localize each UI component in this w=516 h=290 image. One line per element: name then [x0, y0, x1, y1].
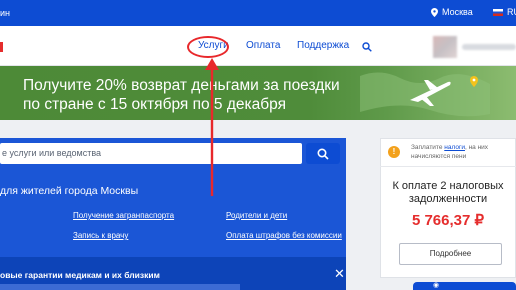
user-name-blurred[interactable]	[462, 44, 516, 50]
promo-banner[interactable]: Получите 20% возврат деньгами за поездки…	[0, 66, 516, 120]
card-divider	[380, 166, 516, 167]
due-amount: 5 766,37 ₽	[411, 212, 485, 229]
service-search-input[interactable]: е услуги или ведомства	[0, 143, 302, 164]
news-title: овые гарантии медикам и их близким	[0, 270, 160, 280]
due-title: К оплате 2 налоговых задолженности	[392, 180, 504, 205]
avatar[interactable]	[433, 36, 457, 58]
taxes-link[interactable]: налоги	[444, 144, 465, 151]
nav-payment[interactable]: Оплата	[246, 40, 280, 51]
language-selector[interactable]: RU	[493, 7, 516, 17]
region-fragment[interactable]: ин	[0, 8, 10, 18]
warning-icon: !	[388, 146, 400, 158]
tax-note-line2: начисляются пени	[411, 153, 467, 160]
location-selector[interactable]: Москва	[431, 7, 473, 17]
tax-note: Заплатите налоги, на них начисляются пен…	[411, 143, 488, 161]
search-button[interactable]	[306, 143, 340, 164]
residents-heading: для жителей города Москвы	[0, 185, 139, 197]
link-parents-children[interactable]: Родители и дети	[226, 211, 287, 220]
search-icon	[317, 147, 329, 160]
top-bar: ин Москва RU	[0, 0, 516, 26]
widget-icon: ◉	[433, 282, 440, 289]
nav-support[interactable]: Поддержка	[297, 40, 349, 51]
news-block[interactable]: овые гарантии медикам и их близким ✕	[0, 257, 346, 290]
annotation-circle	[187, 36, 229, 58]
search-icon[interactable]	[362, 39, 372, 57]
location-label: Москва	[442, 7, 473, 17]
banner-line-2: по стране с 15 октября по 5 декабря	[23, 96, 286, 113]
bottom-widget[interactable]: ◉	[413, 282, 516, 290]
map-pin-icon	[470, 76, 478, 87]
link-doctor-appointment[interactable]: Запись к врачу	[73, 231, 128, 240]
link-fines-payment[interactable]: Оплата штрафов без комиссии	[226, 231, 342, 240]
news-subtitle-fragment	[0, 284, 240, 290]
russia-flag-icon	[493, 8, 503, 16]
banner-line-1: Получите 20% возврат деньгами за поездки	[23, 77, 340, 94]
search-placeholder: е услуги или ведомства	[2, 148, 102, 158]
close-icon[interactable]: ✕	[334, 266, 345, 282]
logo-fragment[interactable]	[0, 42, 3, 52]
language-label: RU	[507, 7, 516, 17]
tax-note-suffix: , на них	[464, 144, 489, 151]
airplane-icon	[410, 80, 451, 106]
location-pin-icon	[431, 7, 438, 17]
details-button[interactable]: Подробнее	[399, 243, 502, 265]
link-passport[interactable]: Получение загранпаспорта	[73, 211, 174, 220]
tax-note-prefix: Заплатите	[411, 144, 443, 151]
